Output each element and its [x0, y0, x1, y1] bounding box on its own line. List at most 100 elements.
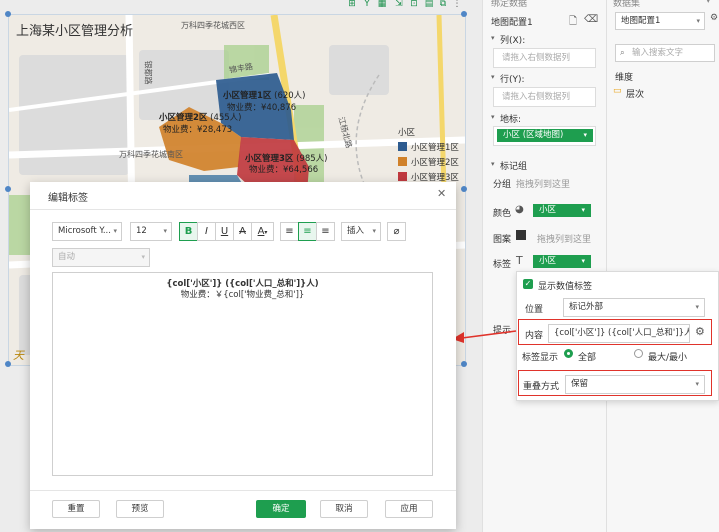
resize-handle[interactable]	[5, 186, 11, 192]
show-values-checkbox[interactable]: ✓	[523, 279, 533, 289]
region-label-1: 小区管理1区 (620人)	[223, 91, 306, 101]
editor-line-2: 物业费：￥{col['物业费_总和']}	[180, 290, 305, 300]
table-icon[interactable]: ▤	[424, 0, 434, 9]
map-watermark: 天	[13, 349, 24, 362]
preview-button[interactable]: 预览	[116, 500, 164, 518]
palette-icon[interactable]: ◕	[515, 204, 524, 215]
underline-button[interactable]: U	[215, 222, 234, 241]
folder-icon: ▭	[613, 86, 622, 96]
legend-item[interactable]: 小区管理3区	[398, 171, 459, 183]
strikethrough-button[interactable]: A	[233, 222, 252, 241]
binding-panel: 绑定数据 地图配置1 🗋 ⌫ ▾ 列(X): 请拖入右侧数据列 ▾ 行(Y): …	[482, 0, 607, 532]
region-fee-3: 物业费：¥64,566	[249, 165, 319, 175]
geo-field-pill[interactable]: 小区 (区域地图) ▾	[497, 129, 593, 142]
legend-title: 小区	[398, 128, 416, 138]
ok-button[interactable]: 确定	[256, 500, 306, 518]
insert-select[interactable]: 插入 ▾	[341, 222, 381, 241]
config-name: 地图配置1	[491, 18, 533, 28]
radio-minmax-label: 最大/最小	[648, 353, 688, 363]
road-label: 万科四季花城西区	[181, 21, 245, 30]
collapse-icon[interactable]: ▾	[491, 34, 495, 42]
region-fee-2: 物业费：¥28,473	[163, 125, 233, 135]
highlight-box	[518, 370, 712, 396]
font-family-select[interactable]: Microsoft Y... ▾	[52, 222, 122, 241]
dataset-panel: 数据集 ▾ 地图配置1 ▾ ⚙ ⌕ 输入搜索文字 维度 ▭ 层次	[606, 0, 719, 532]
collapse-icon[interactable]: ▾	[491, 73, 495, 81]
reset-button[interactable]: 重置	[52, 500, 100, 518]
panel-header: 绑定数据	[491, 0, 528, 9]
collapse-icon[interactable]: ▾	[491, 160, 495, 168]
group-dropzone[interactable]: 拖拽列到这里	[516, 177, 570, 190]
pattern-dropzone[interactable]: 拖拽列到这里	[537, 232, 591, 245]
link-icon[interactable]: ⊡	[409, 0, 419, 9]
dataset-select[interactable]: 地图配置1 ▾	[615, 12, 705, 30]
geo-dropzone[interactable]: 小区 (区域地图) ▾	[493, 126, 596, 146]
resize-handle[interactable]	[5, 361, 11, 367]
tag-label: 标签	[493, 260, 512, 270]
divider	[30, 209, 456, 210]
geo-label: 地标:	[500, 115, 522, 125]
bold-button[interactable]: B	[179, 222, 198, 241]
col-dropzone[interactable]: 请拖入右侧数据列	[493, 48, 596, 68]
region-label-2: 小区管理2区 (455人)	[159, 113, 242, 123]
auto-select: 自动 ▾	[52, 248, 150, 267]
road-label: 万科四季花城南区	[119, 150, 183, 159]
marks-label: 标记组	[500, 162, 528, 172]
copy-icon[interactable]: ⧉	[438, 0, 448, 9]
apply-button[interactable]: 应用	[385, 500, 433, 518]
align-right-button[interactable]: ≡	[316, 222, 335, 241]
font-color-button[interactable]: A▾	[251, 222, 274, 241]
display-label: 标签显示	[522, 353, 559, 363]
row-dropzone[interactable]: 请拖入右侧数据列	[493, 87, 596, 107]
text-tag-icon[interactable]: T	[516, 254, 523, 267]
divider	[30, 490, 456, 491]
font-size-select[interactable]: 12 ▾	[130, 222, 172, 241]
dimension-label: 维度	[615, 73, 634, 83]
expand-icon[interactable]: ⊞	[347, 0, 357, 9]
legend-item[interactable]: 小区管理2区	[398, 156, 459, 168]
row-label: 行(Y):	[500, 75, 525, 85]
group-label: 分组	[493, 180, 512, 190]
color-field-pill[interactable]: 小区 ▾	[533, 204, 591, 217]
eraser-icon[interactable]: ⌫	[584, 14, 598, 25]
radio-minmax[interactable]	[634, 349, 643, 358]
radio-all[interactable]	[564, 349, 573, 358]
settings-icon[interactable]: ⚙	[710, 13, 718, 23]
resize-handle[interactable]	[461, 361, 467, 367]
more-icon[interactable]: ⋮	[452, 0, 462, 9]
search-icon: ⌕	[620, 48, 625, 58]
resize-handle[interactable]	[461, 186, 467, 192]
align-center-button[interactable]: ≡	[298, 222, 317, 241]
align-left-button[interactable]: ≡	[280, 222, 299, 241]
tag-field-pill[interactable]: 小区 ▾	[533, 255, 591, 268]
legend-item[interactable]: 小区管理1区	[398, 141, 459, 153]
italic-button[interactable]: I	[197, 222, 216, 241]
pattern-icon[interactable]	[516, 230, 526, 240]
dataset-dropdown-icon[interactable]: ▾	[706, 0, 711, 6]
pattern-label: 图案	[493, 235, 512, 245]
grid-icon[interactable]: ▦	[377, 0, 387, 9]
road-label: 银都路	[143, 60, 153, 85]
legend-swatch	[398, 157, 407, 166]
cancel-button[interactable]: 取消	[320, 500, 368, 518]
new-file-icon[interactable]: 🗋	[569, 14, 577, 31]
label-settings-popover: ✓ 显示数值标签 位置 标记外部 ▾ 内容 {col['小区']} ({col['…	[516, 271, 719, 401]
collapse-icon[interactable]: ▾	[491, 113, 495, 121]
clear-format-button[interactable]: ⌀	[387, 222, 406, 241]
filter-icon[interactable]: Y	[362, 0, 372, 9]
legend-swatch	[398, 142, 407, 151]
show-values-label: 显示数值标签	[538, 282, 593, 292]
hierarchy-folder[interactable]: 层次	[626, 87, 644, 100]
position-select[interactable]: 标记外部 ▾	[563, 298, 705, 317]
close-icon[interactable]: ✕	[437, 187, 446, 200]
label-editor[interactable]: {col['小区']} ({col['人口_总和']}人) 物业费：￥{col[…	[52, 272, 433, 476]
search-input[interactable]: ⌕ 输入搜索文字	[615, 44, 715, 62]
highlight-box	[518, 319, 712, 345]
resize-handle[interactable]	[461, 11, 467, 17]
editor-line-1: {col['小区']} ({col['人口_总和']}人)	[166, 279, 319, 289]
legend-swatch	[398, 172, 407, 181]
export-icon[interactable]: ⇲	[394, 0, 404, 9]
radio-all-label: 全部	[578, 353, 597, 363]
color-label: 颜色	[493, 209, 512, 219]
resize-handle[interactable]	[5, 11, 11, 17]
